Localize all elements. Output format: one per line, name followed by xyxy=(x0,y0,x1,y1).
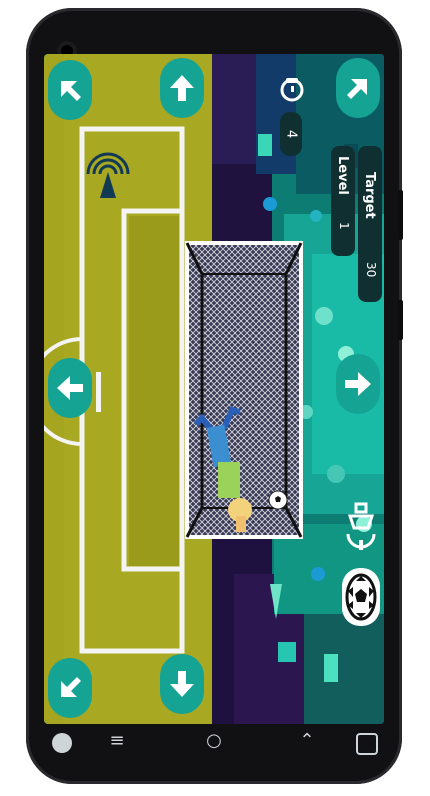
gamepad-icon[interactable] xyxy=(52,733,72,753)
up-nav-button[interactable]: ⌃ xyxy=(294,730,320,752)
whistle-icon xyxy=(280,78,304,102)
kick-button[interactable] xyxy=(342,568,380,626)
radar-icon xyxy=(86,152,130,198)
navigation-bar: ≡ ○ ⌃ xyxy=(44,724,384,762)
arrow-left-icon xyxy=(57,376,83,400)
arrow-down-left-icon xyxy=(61,677,81,697)
target-value: 30 xyxy=(364,262,378,278)
down-left-button[interactable] xyxy=(48,658,92,718)
up-button[interactable] xyxy=(160,58,204,118)
volume-button xyxy=(398,190,403,240)
torch-icon xyxy=(346,502,376,550)
target-label: Target xyxy=(362,172,377,219)
arrow-up-icon xyxy=(170,75,194,101)
soccer-ball xyxy=(268,490,288,510)
down-button[interactable] xyxy=(160,654,204,714)
arrow-down-icon xyxy=(170,671,194,697)
home-button[interactable]: ○ xyxy=(201,730,227,752)
left-button[interactable] xyxy=(48,358,92,418)
right-button[interactable] xyxy=(336,354,380,414)
goalkeeper xyxy=(193,406,252,532)
level-panel: Level 1 xyxy=(331,146,355,256)
power-button xyxy=(398,300,403,340)
game-screen[interactable]: 4 Level 1 Target 30 xyxy=(44,54,384,724)
up-right-button[interactable] xyxy=(336,58,380,118)
target-panel: Target 30 xyxy=(358,146,382,302)
rotate-icon[interactable] xyxy=(356,733,378,755)
arrow-up-left-icon xyxy=(61,81,81,101)
score-value: 4 xyxy=(283,129,299,139)
level-value: 1 xyxy=(337,222,351,230)
arrow-right-icon xyxy=(345,372,371,396)
recents-button[interactable]: ≡ xyxy=(104,730,130,752)
up-left-button[interactable] xyxy=(48,60,92,120)
soccer-ball-icon xyxy=(345,573,377,621)
arrow-up-right-icon xyxy=(347,79,367,99)
score-box: 4 xyxy=(280,112,302,156)
level-label: Level xyxy=(335,156,350,195)
